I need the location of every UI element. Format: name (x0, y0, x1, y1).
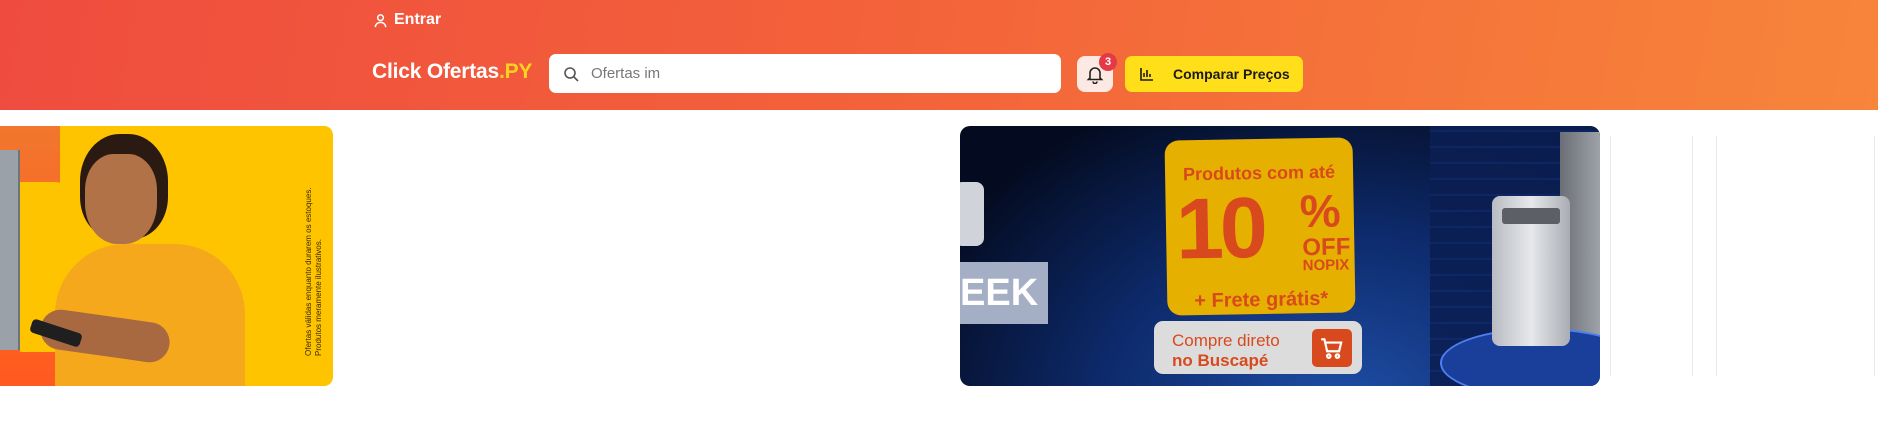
top-header: Entrar Click Ofertas.PY 3 Comparar Preço… (0, 0, 1878, 110)
notification-count-badge: 3 (1099, 53, 1117, 71)
login-link[interactable]: Entrar (373, 11, 441, 29)
cart-icon (1321, 338, 1343, 359)
promo-banner-woman[interactable]: Ofertas válidas enquanto durarem os esto… (0, 126, 333, 386)
offer-percent-sign: % (1299, 184, 1342, 238)
washer-panel (1502, 208, 1560, 224)
search-icon (564, 66, 579, 82)
washing-machine-image (1492, 196, 1570, 346)
carousel-edge-placeholder (1610, 136, 1878, 376)
search-input[interactable] (591, 65, 1031, 82)
cart-icon-box (1312, 329, 1352, 367)
woman-face (85, 154, 157, 244)
buy-direct-button[interactable]: Compre direto no Buscapé (1154, 321, 1362, 374)
refrigerator-image (0, 150, 20, 350)
promo-banner-washer[interactable]: EEK Produtos com até 10 % OFF NOPIX + Fr… (960, 126, 1600, 386)
logo-main: Click Ofertas (372, 60, 499, 83)
discount-offer-card: Produtos com até 10 % OFF NOPIX + Frete … (1164, 137, 1356, 316)
compare-prices-label: Comparar Preços (1173, 66, 1290, 82)
week-label: EEK (960, 262, 1048, 324)
site-logo[interactable]: Click Ofertas.PY (372, 60, 532, 84)
offer-discount-number: 10 (1175, 179, 1265, 278)
bar-chart-icon (1140, 68, 1153, 81)
search-bar (549, 54, 1061, 93)
offer-shipping: + Frete grátis* (1194, 287, 1329, 313)
login-label: Entrar (394, 11, 442, 28)
compare-prices-button[interactable]: Comparar Preços (1125, 56, 1303, 92)
logo-accent: .PY (498, 60, 533, 83)
banner-left-tab (960, 182, 984, 246)
banner-disclaimer: Ofertas válidas enquanto durarem os esto… (304, 187, 323, 356)
buy-direct-line2: no Buscapé (1172, 351, 1269, 370)
user-icon (374, 13, 387, 27)
offer-nopix-label: NOPIX (1302, 256, 1350, 275)
buy-direct-line1: Compre direto (1172, 331, 1280, 350)
